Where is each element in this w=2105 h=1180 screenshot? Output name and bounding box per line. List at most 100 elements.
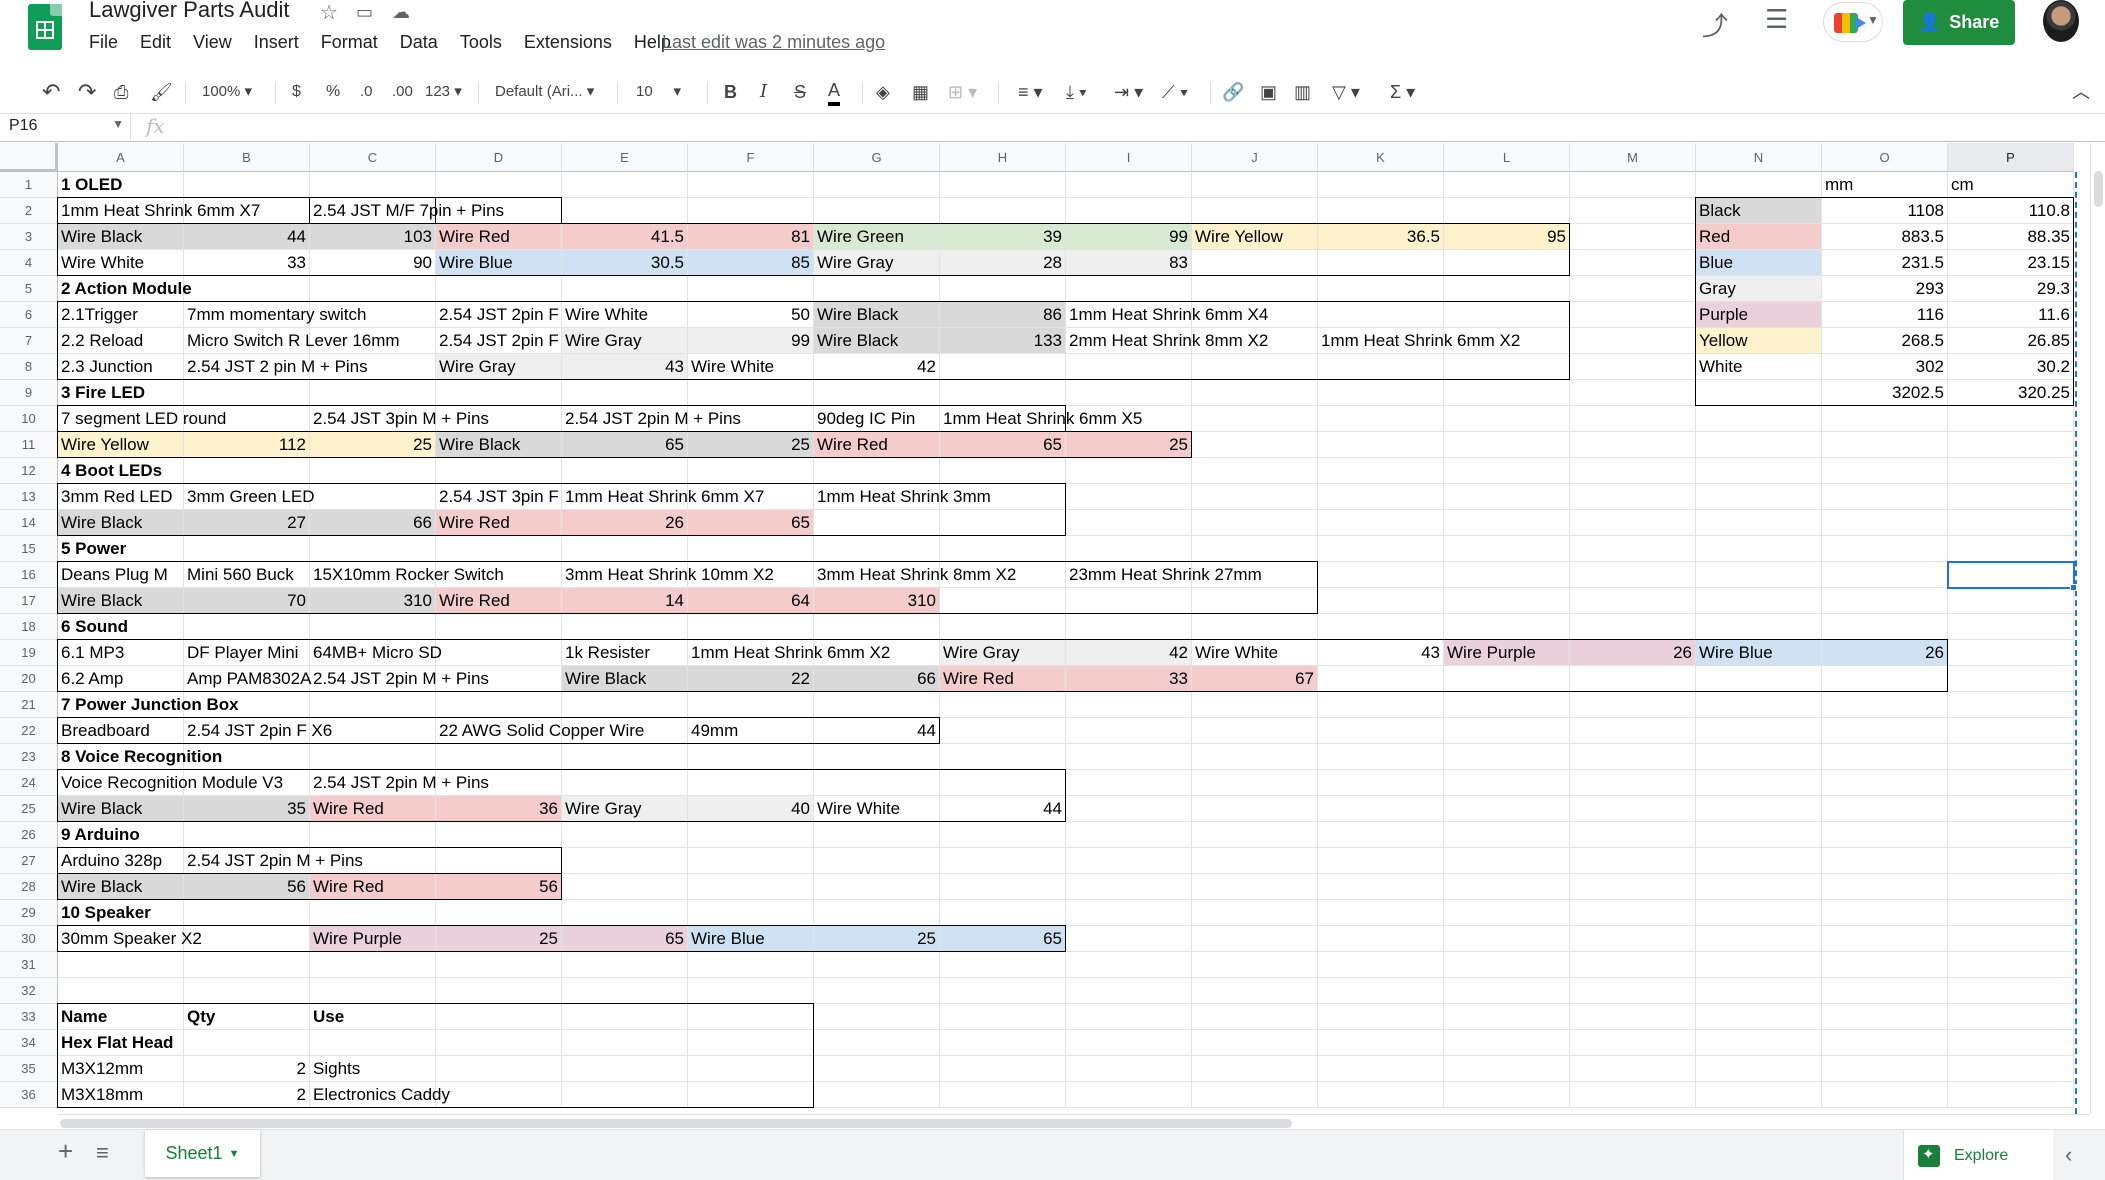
cell-g17[interactable]: 310 — [814, 588, 940, 614]
undo-icon[interactable]: ↶ — [42, 78, 60, 106]
cell-g30[interactable]: 25 — [814, 926, 940, 952]
column-header-m[interactable]: M — [1570, 143, 1696, 172]
cell-a23[interactable]: 8 Voice Recognition — [58, 744, 222, 770]
cell-h6[interactable]: 86 — [940, 302, 1066, 328]
cell-a3[interactable]: Wire Black — [58, 224, 184, 250]
cell-i7[interactable]: 2mm Heat Shrink 8mm X2 — [1066, 328, 1268, 354]
cell-a14[interactable]: Wire Black — [58, 510, 184, 536]
font-size-select[interactable]: 10 ▾ — [636, 78, 681, 106]
formula-input[interactable] — [186, 114, 2086, 141]
cell-d25[interactable]: 36 — [436, 796, 562, 822]
cell-e8[interactable]: 43 — [562, 354, 688, 380]
cell-n4[interactable]: Blue — [1696, 250, 1822, 276]
cell-e6[interactable]: Wire White — [562, 302, 688, 328]
cell-c28[interactable]: Wire Red — [310, 874, 436, 900]
cell-l3[interactable]: 95 — [1444, 224, 1570, 250]
row-header-27[interactable]: 27 — [0, 848, 58, 874]
cell-a20[interactable]: 6.2 Amp — [58, 666, 184, 692]
row-header-33[interactable]: 33 — [0, 1004, 58, 1030]
row-header-34[interactable]: 34 — [0, 1030, 58, 1056]
cell-o2[interactable]: 1108 — [1822, 198, 1948, 224]
cell-d13[interactable]: 2.54 JST 3pin F — [436, 484, 562, 510]
row-header-4[interactable]: 4 — [0, 250, 58, 276]
cell-a28[interactable]: Wire Black — [58, 874, 184, 900]
row-header-35[interactable]: 35 — [0, 1056, 58, 1082]
cell-h7[interactable]: 133 — [940, 328, 1066, 354]
cell-c24[interactable]: 2.54 JST 2pin M + Pins — [310, 770, 489, 796]
cell-i3[interactable]: 99 — [1066, 224, 1192, 250]
bold-button[interactable]: B — [724, 78, 737, 106]
column-header-l[interactable]: L — [1444, 143, 1570, 172]
cell-n5[interactable]: Gray — [1696, 276, 1822, 302]
cell-a5[interactable]: 2 Action Module — [58, 276, 192, 302]
cell-o7[interactable]: 268.5 — [1822, 328, 1948, 354]
cell-d7[interactable]: 2.54 JST 2pin F — [436, 328, 562, 354]
cell-p2[interactable]: 110.8 — [1948, 198, 2074, 224]
cell-c14[interactable]: 66 — [310, 510, 436, 536]
menu-extensions[interactable]: Extensions — [524, 32, 612, 53]
cell-d4[interactable]: Wire Blue — [436, 250, 562, 276]
cell-a25[interactable]: Wire Black — [58, 796, 184, 822]
cell-e3[interactable]: 41.5 — [562, 224, 688, 250]
cell-b14[interactable]: 27 — [184, 510, 310, 536]
cell-e20[interactable]: Wire Black — [562, 666, 688, 692]
zoom-select[interactable]: 100% ▾ — [202, 78, 252, 106]
borders-icon[interactable]: ▦ — [912, 78, 929, 106]
comments-icon[interactable]: ☰ — [1765, 4, 1788, 35]
cell-a1[interactable]: 1 OLED — [58, 172, 184, 198]
cell-b22[interactable]: 2.54 JST 2pin F X6 — [184, 718, 332, 744]
column-header-k[interactable]: K — [1318, 143, 1444, 172]
cell-d8[interactable]: Wire Gray — [436, 354, 562, 380]
cell-a17[interactable]: Wire Black — [58, 588, 184, 614]
cell-c16[interactable]: 15X10mm Rocker Switch — [310, 562, 504, 588]
cell-j20[interactable]: 67 — [1192, 666, 1318, 692]
cell-a19[interactable]: 6.1 MP3 — [58, 640, 184, 666]
column-header-e[interactable]: E — [562, 143, 688, 172]
cell-b35[interactable]: 2 — [184, 1056, 310, 1082]
add-sheet-icon[interactable]: + — [58, 1136, 73, 1167]
cell-a15[interactable]: 5 Power — [58, 536, 184, 562]
share-button[interactable]: 👤 Share — [1903, 0, 2015, 45]
row-header-26[interactable]: 26 — [0, 822, 58, 848]
cell-f25[interactable]: 40 — [688, 796, 814, 822]
document-title[interactable]: Lawgiver Parts Audit — [89, 0, 290, 23]
cell-g16[interactable]: 3mm Heat Shrink 8mm X2 — [814, 562, 1016, 588]
row-header-12[interactable]: 12 — [0, 458, 58, 484]
cell-i19[interactable]: 42 — [1066, 640, 1192, 666]
cell-g10[interactable]: 90deg IC Pin — [814, 406, 940, 432]
row-header-16[interactable]: 16 — [0, 562, 58, 588]
cell-g7[interactable]: Wire Black — [814, 328, 940, 354]
cell-e17[interactable]: 14 — [562, 588, 688, 614]
cell-b17[interactable]: 70 — [184, 588, 310, 614]
merge-cells-icon[interactable]: ⊞ ▾ — [948, 78, 977, 106]
cell-d11[interactable]: Wire Black — [436, 432, 562, 458]
cell-o9[interactable]: 3202.5 — [1822, 380, 1948, 406]
text-color-button[interactable]: A — [828, 78, 841, 106]
cell-o1[interactable]: mm — [1822, 172, 1948, 198]
cell-a2[interactable]: 1mm Heat Shrink 6mm X7 — [58, 198, 260, 224]
cell-c4[interactable]: 90 — [310, 250, 436, 276]
cell-g6[interactable]: Wire Black — [814, 302, 940, 328]
menu-insert[interactable]: Insert — [254, 32, 299, 53]
insert-chart-icon[interactable]: ▥ — [1294, 78, 1311, 106]
column-header-j[interactable]: J — [1192, 143, 1318, 172]
cell-b4[interactable]: 33 — [184, 250, 310, 276]
cell-o4[interactable]: 231.5 — [1822, 250, 1948, 276]
cell-n6[interactable]: Purple — [1696, 302, 1822, 328]
cell-b33[interactable]: Qty — [184, 1004, 310, 1030]
cell-b3[interactable]: 44 — [184, 224, 310, 250]
cell-d28[interactable]: 56 — [436, 874, 562, 900]
cell-n8[interactable]: White — [1696, 354, 1822, 380]
cell-f7[interactable]: 99 — [688, 328, 814, 354]
cell-a9[interactable]: 3 Fire LED — [58, 380, 184, 406]
cell-f22[interactable]: 49mm — [688, 718, 814, 744]
column-header-b[interactable]: B — [184, 143, 310, 172]
cell-a24[interactable]: Voice Recognition Module V3 — [58, 770, 283, 796]
cell-g11[interactable]: Wire Red — [814, 432, 940, 458]
menu-file[interactable]: File — [89, 32, 118, 53]
decrease-decimal-button[interactable]: .0 — [360, 78, 373, 106]
cell-b6[interactable]: 7mm momentary switch — [184, 302, 366, 328]
cell-f11[interactable]: 25 — [688, 432, 814, 458]
fill-color-icon[interactable]: ◈ — [876, 78, 890, 106]
menu-format[interactable]: Format — [321, 32, 378, 53]
